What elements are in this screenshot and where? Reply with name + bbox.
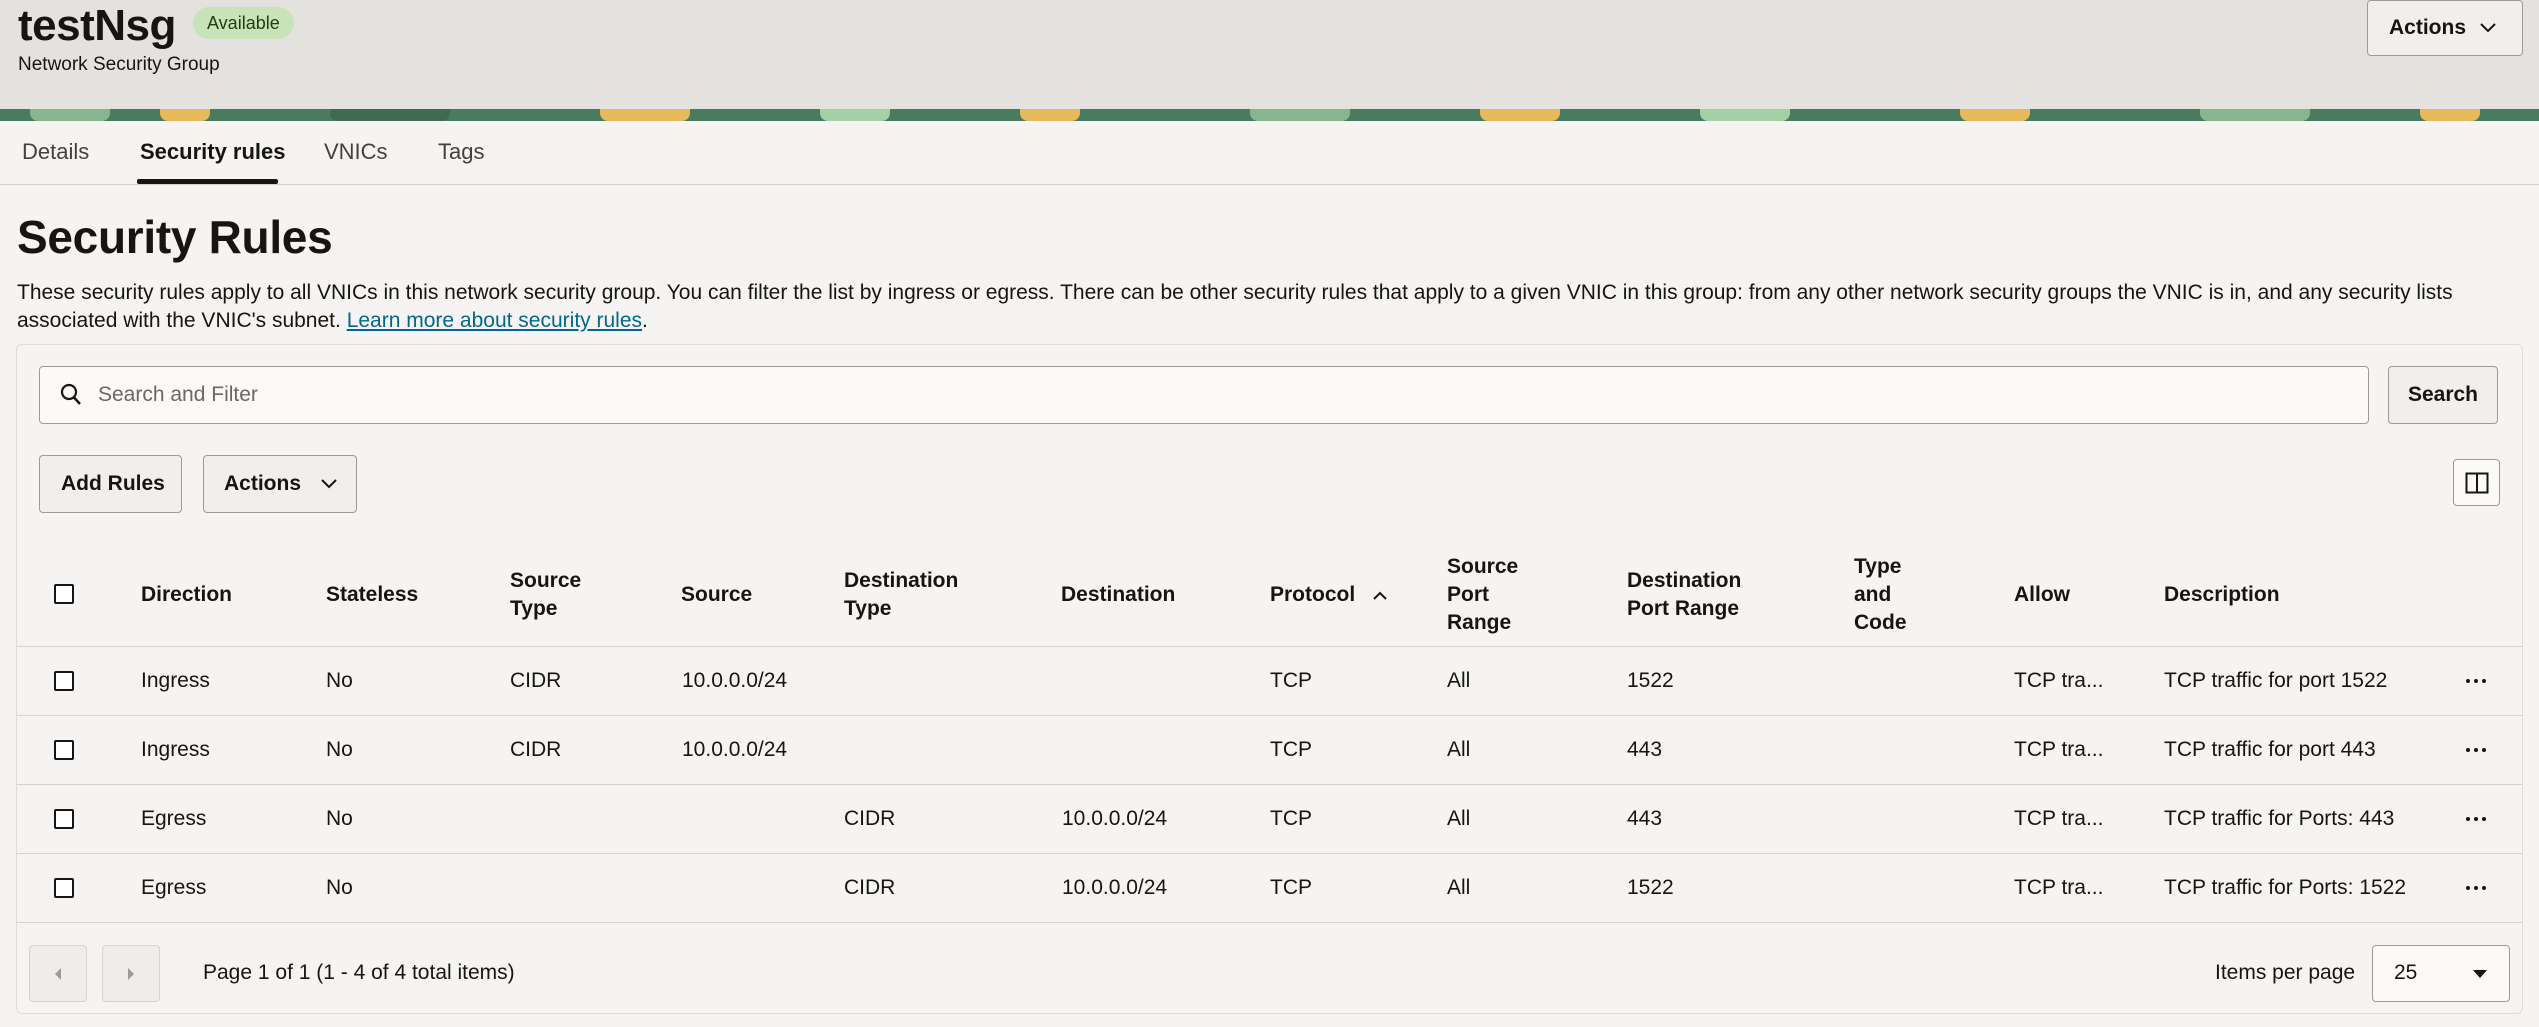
col-allow[interactable]: Allow — [2014, 581, 2070, 609]
search-icon — [60, 383, 81, 405]
tab-vnics[interactable]: VNICs — [324, 139, 388, 165]
cell-description: TCP traffic for port 1522 — [2164, 669, 2388, 692]
col-description[interactable]: Description — [2164, 581, 2280, 609]
section-title: Security Rules — [17, 211, 333, 263]
row-checkbox[interactable] — [54, 740, 74, 760]
cell-direction: Egress — [141, 807, 207, 830]
cell-description: TCP traffic for Ports: 1522 — [2164, 876, 2406, 899]
table-row: Ingress No CIDR 10.0.0.0/24 TCP All 443 … — [17, 716, 2522, 785]
select-all-checkbox[interactable] — [54, 584, 74, 604]
row-actions-menu-icon[interactable] — [2466, 886, 2486, 890]
col-source[interactable]: Source — [681, 581, 752, 609]
row-checkbox[interactable] — [54, 671, 74, 691]
learn-more-link[interactable]: Learn more about security rules — [347, 309, 642, 332]
col-source-type[interactable]: Source Type — [510, 567, 581, 623]
cell-destination-type: CIDR — [844, 807, 896, 830]
col-source-port-range[interactable]: Source Port Range — [1447, 553, 1518, 637]
col-destination[interactable]: Destination — [1061, 581, 1175, 609]
table-header: Direction Stateless Source Type Source De… — [17, 545, 2522, 647]
col-stateless[interactable]: Stateless — [326, 581, 418, 609]
caret-down-icon — [2473, 970, 2487, 978]
items-per-page-label: Items per page — [2215, 961, 2356, 984]
cell-protocol: TCP — [1270, 807, 1312, 830]
cell-destination-type: CIDR — [844, 876, 896, 899]
row-actions-menu-icon[interactable] — [2466, 817, 2486, 821]
cell-protocol: TCP — [1270, 876, 1312, 899]
row-checkbox[interactable] — [54, 809, 74, 829]
manage-columns-button[interactable] — [2453, 459, 2500, 506]
caret-left-icon — [55, 967, 61, 980]
col-type-and-code[interactable]: Type and Code — [1854, 553, 1907, 637]
row-checkbox[interactable] — [54, 878, 74, 898]
tab-tags[interactable]: Tags — [438, 139, 484, 165]
cell-description: TCP traffic for port 443 — [2164, 738, 2376, 761]
decorative-banner — [0, 109, 2539, 121]
cell-source-port-range: All — [1447, 738, 1471, 761]
header-actions-button[interactable]: Actions — [2367, 0, 2523, 56]
cell-destination: 10.0.0.0/24 — [1062, 807, 1168, 830]
header-actions-label: Actions — [2389, 16, 2467, 39]
search-field[interactable] — [39, 366, 2369, 424]
cell-destination-port-range: 1522 — [1627, 669, 1674, 692]
section-description: These security rules apply to all VNICs … — [17, 281, 2453, 332]
table-actions-label: Actions — [224, 472, 302, 495]
cell-source-port-range: All — [1447, 876, 1471, 899]
table-actions-button[interactable]: Actions — [203, 455, 357, 513]
search-button[interactable]: Search — [2388, 366, 2498, 424]
row-actions-menu-icon[interactable] — [2466, 679, 2486, 683]
cell-source-port-range: All — [1447, 669, 1471, 692]
col-protocol[interactable]: Protocol — [1270, 581, 1387, 609]
cell-protocol: TCP — [1270, 738, 1312, 761]
next-page-button[interactable] — [102, 945, 160, 1002]
cell-direction: Ingress — [141, 738, 210, 761]
page-title: testNsg — [18, 1, 176, 50]
columns-icon — [2465, 472, 2488, 493]
chevron-down-icon — [2480, 23, 2496, 33]
cell-direction: Egress — [141, 876, 207, 899]
col-destination-type[interactable]: Destination Type — [844, 567, 958, 623]
caret-right-icon — [128, 967, 134, 980]
cell-stateless: No — [326, 738, 353, 761]
cell-direction: Ingress — [141, 669, 210, 692]
cell-allow: TCP tra... — [2014, 738, 2104, 761]
col-destination-port-range[interactable]: Destination Port Range — [1627, 567, 1741, 623]
table-row: Ingress No CIDR 10.0.0.0/24 TCP All 1522… — [17, 647, 2522, 716]
cell-allow: TCP tra... — [2014, 807, 2104, 830]
tab-bar: Details Security rules VNICs Tags — [0, 121, 2539, 185]
pagination-summary: Page 1 of 1 (1 - 4 of 4 total items) — [203, 961, 515, 984]
status-badge: Available — [193, 7, 294, 39]
cell-source: 10.0.0.0/24 — [682, 669, 788, 692]
cell-source: 10.0.0.0/24 — [682, 738, 788, 761]
cell-source-port-range: All — [1447, 807, 1471, 830]
add-rules-button[interactable]: Add Rules — [39, 455, 182, 513]
cell-source-type: CIDR — [510, 738, 562, 761]
cell-destination-port-range: 1522 — [1627, 876, 1674, 899]
cell-stateless: No — [326, 807, 353, 830]
tab-security-rules[interactable]: Security rules — [140, 139, 286, 165]
sort-ascending-icon — [1373, 591, 1387, 600]
col-direction[interactable]: Direction — [141, 581, 232, 609]
cell-allow: TCP tra... — [2014, 669, 2104, 692]
items-per-page-select[interactable]: 25 — [2372, 945, 2510, 1002]
resource-type-label: Network Security Group — [18, 54, 220, 75]
cell-description: TCP traffic for Ports: 443 — [2164, 807, 2395, 830]
row-actions-menu-icon[interactable] — [2466, 748, 2486, 752]
chevron-down-icon — [321, 479, 337, 489]
cell-destination-port-range: 443 — [1627, 807, 1663, 830]
table-row: Egress No CIDR 10.0.0.0/24 TCP All 443 T… — [17, 785, 2522, 854]
cell-source-type: CIDR — [510, 669, 562, 692]
cell-stateless: No — [326, 876, 353, 899]
table-row: Egress No CIDR 10.0.0.0/24 TCP All 1522 … — [17, 854, 2522, 923]
cell-protocol: TCP — [1270, 669, 1312, 692]
cell-destination: 10.0.0.0/24 — [1062, 876, 1168, 899]
search-input[interactable] — [98, 377, 2298, 413]
previous-page-button[interactable] — [29, 945, 87, 1002]
cell-destination-port-range: 443 — [1627, 738, 1663, 761]
page-header: testNsg Available Network Security Group… — [0, 0, 2539, 109]
cell-stateless: No — [326, 669, 353, 692]
cell-allow: TCP tra... — [2014, 876, 2104, 899]
tab-details[interactable]: Details — [22, 139, 89, 165]
active-tab-indicator — [137, 179, 278, 184]
items-per-page-value: 25 — [2394, 961, 2418, 984]
